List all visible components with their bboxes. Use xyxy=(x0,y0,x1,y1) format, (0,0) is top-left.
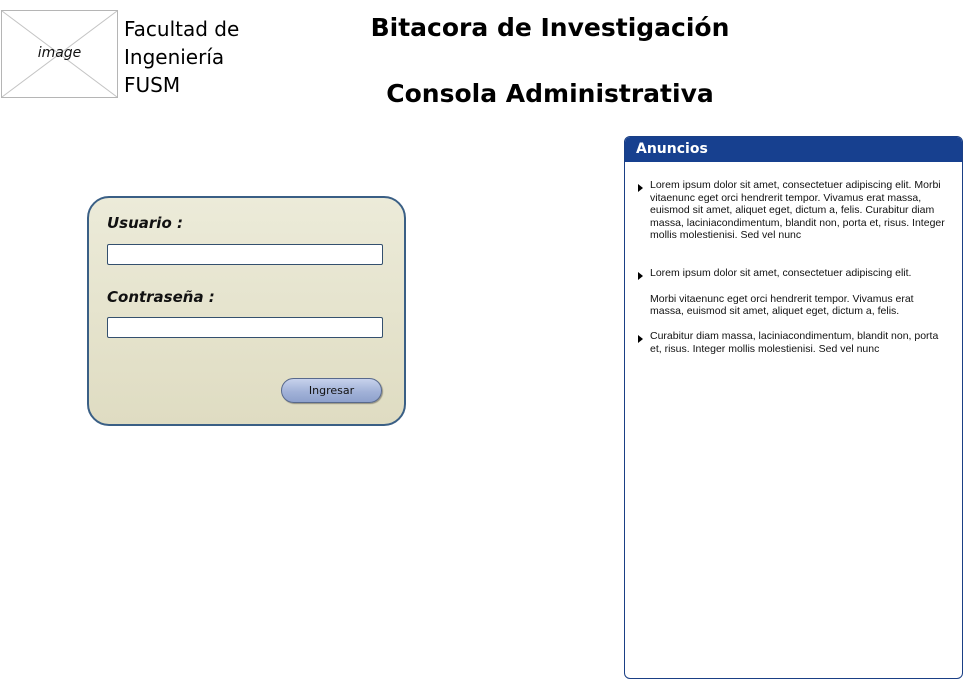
announcement-text: Lorem ipsum dolor sit amet, consectetuer… xyxy=(650,179,945,242)
bullet-arrow-icon xyxy=(638,335,643,343)
login-button[interactable]: Ingresar xyxy=(281,378,382,403)
password-label: Contraseña : xyxy=(107,288,215,306)
announcement-item: Lorem ipsum dolor sit amet, consectetuer… xyxy=(638,267,948,318)
faculty-line-2: Ingeniería xyxy=(124,45,225,69)
page-title: Bitacora de Investigación xyxy=(370,13,730,42)
bullet-arrow-icon xyxy=(638,272,643,280)
login-form: Usuario : Contraseña : Ingresar xyxy=(87,196,406,426)
username-label: Usuario : xyxy=(107,214,183,232)
username-input[interactable] xyxy=(107,244,383,265)
faculty-line-1: Facultad de xyxy=(124,17,240,41)
announcement-text: Curabitur diam massa, laciniacondimentum… xyxy=(650,330,939,355)
page-subtitle: Consola Administrativa xyxy=(386,79,714,108)
bullet-arrow-icon xyxy=(638,184,643,192)
logo-image-placeholder: image xyxy=(1,10,118,98)
faculty-line-3: FUSM xyxy=(124,73,181,97)
announcement-text: Morbi vitaenunc eget orci hendrerit temp… xyxy=(650,292,914,318)
faculty-name: Facultad de Ingeniería FUSM xyxy=(124,15,284,99)
announcement-text: Lorem ipsum dolor sit amet, consectetuer… xyxy=(650,267,912,279)
announcements-title: Anuncios xyxy=(625,137,962,162)
logo-placeholder-label: image xyxy=(37,45,82,61)
announcement-item: Curabitur diam massa, laciniacondimentum… xyxy=(638,330,948,355)
announcement-item: Lorem ipsum dolor sit amet, consectetuer… xyxy=(638,179,948,242)
password-input[interactable] xyxy=(107,317,383,338)
announcements-panel: Anuncios Lorem ipsum dolor sit amet, con… xyxy=(624,136,963,679)
